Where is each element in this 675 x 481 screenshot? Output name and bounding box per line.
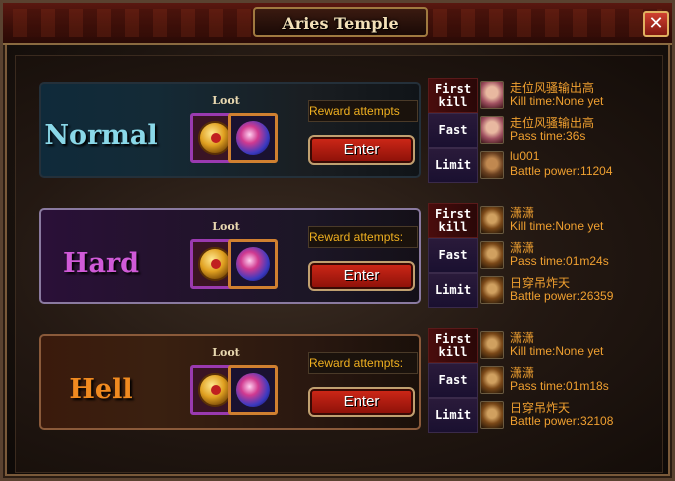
reward-attempts-label: Reward attempts: xyxy=(309,230,404,244)
record-row-normal-fast: Fast 走位风骚输出高 Pass time:36s xyxy=(428,113,668,148)
reward-attempts-box: Reward attempts: xyxy=(308,352,418,374)
record-player: lu001 xyxy=(510,149,540,163)
record-tag: First kill xyxy=(428,78,478,113)
loot-slot-orb[interactable] xyxy=(228,113,278,163)
title-bar: Aries Temple ✕ xyxy=(3,3,672,45)
record-detail: Pass time:01m18s xyxy=(510,379,609,393)
difficulty-panel-hell: Hell Loot Reward attempts: Enter xyxy=(39,334,421,430)
record-detail: Battle power:11204 xyxy=(510,164,613,178)
loot-slot-orb[interactable] xyxy=(228,239,278,289)
reward-attempts-box: Reward attempts: xyxy=(308,226,418,248)
record-tag: Fast xyxy=(428,238,478,273)
magic-orb-icon xyxy=(236,373,270,407)
enter-button-normal[interactable]: Enter xyxy=(308,135,415,165)
window-title: Aries Temple xyxy=(282,14,399,33)
difficulty-panel-hard: Hard Loot Reward attempts: Enter xyxy=(39,208,421,304)
aries-temple-window: Aries Temple ✕ Normal Loot Reward attemp… xyxy=(0,0,675,481)
record-tag: Fast xyxy=(428,113,478,148)
enter-label: Enter xyxy=(343,141,380,158)
record-tag: Limit xyxy=(428,398,478,433)
warrior-portrait-icon xyxy=(480,401,504,429)
record-detail: Battle power:32108 xyxy=(510,414,614,428)
reward-attempts-label: Reward attempts xyxy=(309,104,400,118)
difficulty-name: Hard xyxy=(62,248,140,279)
difficulty-name: Hell xyxy=(69,374,133,405)
male-portrait-icon xyxy=(480,151,504,179)
gold-coin-icon xyxy=(198,247,232,281)
close-button[interactable]: ✕ xyxy=(643,11,669,37)
record-tag: Limit xyxy=(428,273,478,308)
record-tag: First kill xyxy=(428,203,478,238)
warrior-portrait-icon xyxy=(480,206,504,234)
magic-orb-icon xyxy=(236,121,270,155)
enter-label: Enter xyxy=(343,267,380,284)
record-row-hard-fast: Fast 潇潇 Pass time:01m24s xyxy=(428,238,668,273)
enter-label: Enter xyxy=(343,393,380,410)
difficulty-panel-normal: Normal Loot Reward attempts Enter xyxy=(39,82,421,178)
record-detail: Kill time:None yet xyxy=(510,219,604,233)
reward-attempts-label: Reward attempts: xyxy=(309,356,404,370)
record-row-hell-limit: Limit 日穿吊炸天 Battle power:32108 xyxy=(428,398,668,433)
record-detail: Kill time:None yet xyxy=(510,344,604,358)
enter-button-hell[interactable]: Enter xyxy=(308,387,415,417)
record-detail: Kill time:None yet xyxy=(510,94,604,108)
magic-orb-icon xyxy=(236,247,270,281)
record-row-hard-first-kill: First kill 潇潇 Kill time:None yet xyxy=(428,203,668,238)
reward-attempts-box: Reward attempts xyxy=(308,100,418,122)
loot-slot-orb[interactable] xyxy=(228,365,278,415)
record-row-normal-limit: Limit lu001 Battle power:11204 xyxy=(428,148,668,183)
record-tag: Fast xyxy=(428,363,478,398)
title-plate: Aries Temple xyxy=(253,7,428,37)
record-detail: Battle power:26359 xyxy=(510,289,614,303)
record-row-hell-first-kill: First kill 潇潇 Kill time:None yet xyxy=(428,328,668,363)
loot-label: Loot xyxy=(212,346,240,359)
record-row-normal-first-kill: First kill 走位风骚输出高 Kill time:None yet xyxy=(428,78,668,113)
record-detail: Pass time:01m24s xyxy=(510,254,609,268)
record-tag: First kill xyxy=(428,328,478,363)
warrior-portrait-icon xyxy=(480,331,504,359)
warrior-portrait-icon xyxy=(480,276,504,304)
loot-label: Loot xyxy=(212,220,240,233)
female-portrait-icon xyxy=(480,81,504,109)
gold-coin-icon xyxy=(198,373,232,407)
record-tag: Limit xyxy=(428,148,478,183)
gold-coin-icon xyxy=(198,121,232,155)
difficulty-name: Normal xyxy=(44,120,158,151)
warrior-portrait-icon xyxy=(480,241,504,269)
record-row-hell-fast: Fast 潇潇 Pass time:01m18s xyxy=(428,363,668,398)
enter-button-hard[interactable]: Enter xyxy=(308,261,415,291)
record-detail: Pass time:36s xyxy=(510,129,586,143)
record-row-hard-limit: Limit 日穿吊炸天 Battle power:26359 xyxy=(428,273,668,308)
female-portrait-icon xyxy=(480,116,504,144)
warrior-portrait-icon xyxy=(480,366,504,394)
loot-label: Loot xyxy=(212,94,240,107)
